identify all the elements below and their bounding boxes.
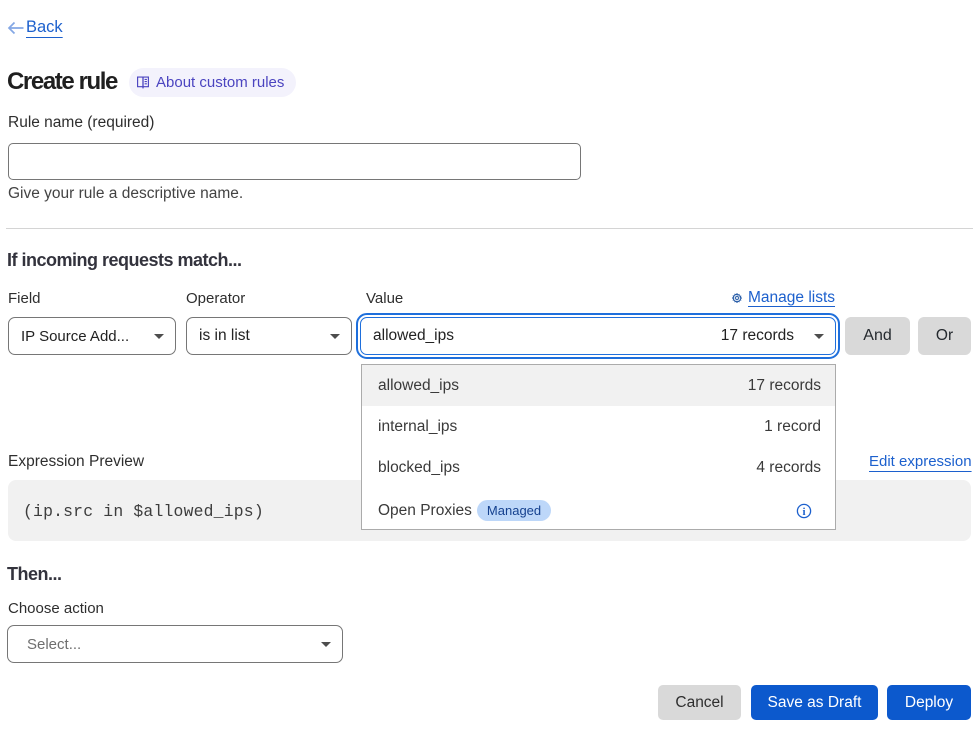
svg-text:i: i bbox=[802, 506, 805, 518]
